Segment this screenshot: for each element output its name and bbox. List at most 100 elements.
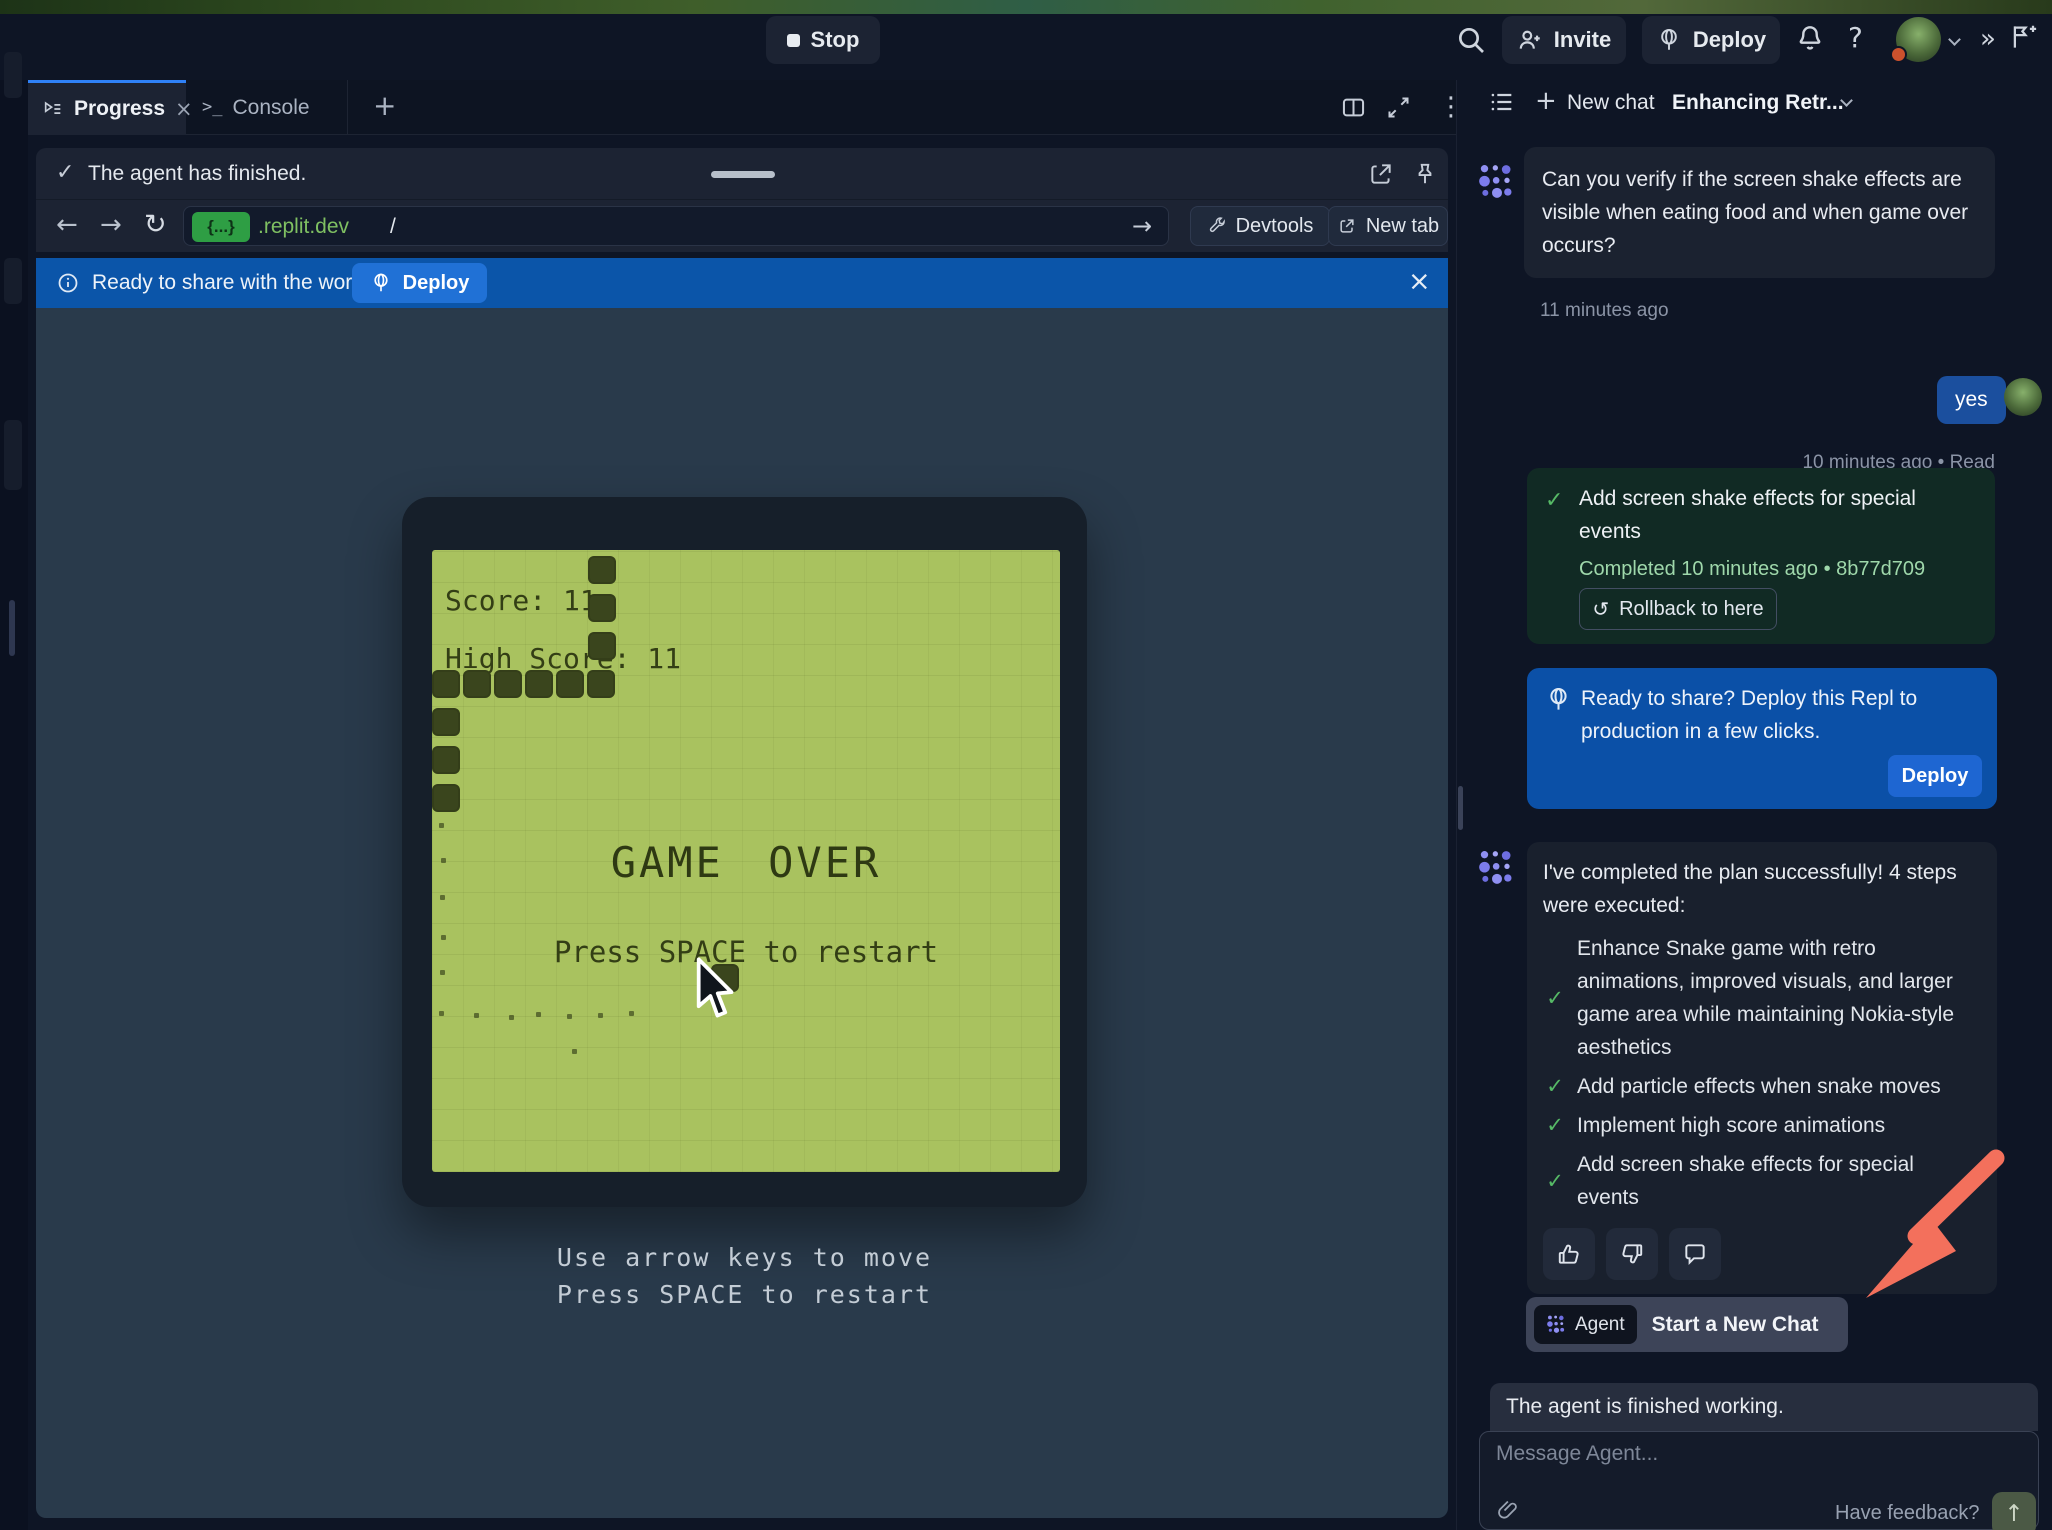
phone-frame: Score: 11 High Score: 11 GAME OVER Press…	[402, 497, 1087, 1207]
banner-deploy-button[interactable]: Deploy	[352, 263, 487, 303]
snake-segment	[463, 670, 491, 698]
tab-console[interactable]: >_ Console	[186, 80, 348, 135]
replit-workspace: Stop Invite Deploy ? »	[0, 0, 2052, 1530]
snake-segment	[525, 670, 553, 698]
tab-progress-label: Progress	[74, 97, 165, 121]
pin-icon[interactable]	[1412, 161, 1438, 187]
snake-segment	[588, 556, 616, 584]
person-plus-icon	[1517, 27, 1543, 53]
new-tab-button[interactable]: New tab	[1328, 206, 1448, 246]
particle	[509, 1015, 514, 1020]
browser-toolbar: ← → ↻ {...} .replit.dev / → Devtools New…	[36, 200, 1448, 252]
rollback-icon: ↺	[1592, 599, 1609, 619]
new-chat-plus-icon[interactable]: +	[1535, 88, 1557, 114]
new-tab-label: New tab	[1366, 215, 1439, 238]
agent-avatar	[1477, 848, 1517, 888]
particle	[441, 858, 446, 863]
progress-icon	[42, 98, 64, 120]
user-message-bubble: yes	[1937, 376, 2006, 424]
external-link-icon	[1337, 216, 1357, 236]
notifications-bell-icon[interactable]	[1794, 22, 1826, 54]
plan-step-check-icon: ✓	[1543, 1074, 1567, 1099]
split-pane-icon[interactable]	[1340, 94, 1367, 121]
deploy-globe-icon	[1656, 27, 1682, 53]
new-chat-label[interactable]: New chat	[1567, 91, 1655, 115]
agent-question-card: Can you verify if the screen shake effec…	[1524, 147, 1995, 278]
agent-status-bar: The agent is finished working.	[1490, 1383, 2038, 1431]
collapse-panel-icon[interactable]: »	[1980, 26, 1996, 52]
url-host: .replit.dev	[258, 215, 349, 239]
search-icon[interactable]	[1455, 24, 1487, 56]
have-feedback-link[interactable]: Have feedback?	[1835, 1502, 1980, 1525]
comment-button[interactable]	[1669, 1228, 1721, 1280]
particle	[572, 1049, 577, 1054]
stop-button[interactable]: Stop	[766, 16, 880, 64]
snake-segment	[588, 594, 616, 622]
chat-title[interactable]: Enhancing Retr...	[1672, 91, 1844, 115]
refresh-icon[interactable]: ↻	[144, 211, 167, 238]
terminal-icon: >_	[202, 99, 222, 116]
plan-step-label: Enhance Snake game with retro animations…	[1577, 932, 1981, 1064]
help-icon[interactable]: ?	[1848, 24, 1863, 52]
snake-segment	[432, 746, 460, 774]
deploy-globe-icon	[370, 272, 392, 294]
invite-button[interactable]: Invite	[1502, 16, 1626, 64]
start-new-chat-button[interactable]: Agent Start a New Chat	[1526, 1297, 1848, 1352]
checkpoint-check-icon: ✓	[1545, 490, 1563, 512]
attach-paperclip-icon[interactable]	[1496, 1498, 1520, 1522]
dock-item[interactable]	[4, 258, 22, 304]
send-button[interactable]: ↑	[1992, 1492, 2036, 1530]
message-input[interactable]	[1496, 1442, 2016, 1486]
banner-close-icon[interactable]: ×	[1408, 268, 1431, 295]
go-arrow-icon[interactable]: →	[1132, 214, 1152, 238]
snake-segment	[432, 670, 460, 698]
flag-plus-icon[interactable]	[2008, 22, 2038, 52]
plan-step: ✓Add particle effects when snake moves	[1543, 1070, 1981, 1103]
banner-text: Ready to share with the world?	[92, 271, 380, 295]
snake-segment	[432, 708, 460, 736]
add-tab-icon[interactable]: +	[373, 92, 396, 120]
account-chevron-down-icon[interactable]	[1948, 33, 1961, 46]
open-external-icon[interactable]	[1368, 161, 1394, 187]
devtools-button[interactable]: Devtools	[1190, 206, 1330, 246]
particle	[440, 970, 445, 975]
url-bar[interactable]: {...} .replit.dev / →	[183, 206, 1169, 246]
message-composer: Have feedback? ↑	[1479, 1431, 2039, 1530]
snake-segment	[588, 632, 616, 660]
thumbs-down-button[interactable]	[1606, 1228, 1658, 1280]
hint-line-1: Use arrow keys to move	[402, 1243, 1087, 1272]
chat-history-icon[interactable]	[1488, 88, 1516, 116]
thumbs-down-icon	[1619, 1241, 1645, 1267]
back-icon[interactable]: ←	[56, 212, 78, 238]
plan-step-label: Implement high score animations	[1577, 1109, 1885, 1142]
tab-progress[interactable]: Progress ×	[28, 80, 186, 135]
panel-resize-handle[interactable]	[1458, 786, 1463, 830]
game-screen[interactable]: Score: 11 High Score: 11 GAME OVER Press…	[432, 550, 1060, 1172]
check-icon: ✓	[56, 162, 74, 184]
rail-scrollbar[interactable]	[9, 600, 15, 656]
drag-handle[interactable]	[711, 171, 775, 178]
comment-bubble-icon	[1682, 1241, 1708, 1267]
thumbs-up-button[interactable]	[1543, 1228, 1595, 1280]
particle	[440, 895, 445, 900]
deploy-button[interactable]: Deploy	[1642, 16, 1780, 64]
dock-item[interactable]	[4, 52, 22, 98]
info-icon	[56, 271, 80, 295]
url-path: /	[390, 215, 396, 239]
agent-avatar	[1477, 162, 1517, 202]
browser-viewport: Score: 11 High Score: 11 GAME OVER Press…	[36, 308, 1448, 1518]
user-message-avatar	[2004, 378, 2042, 416]
deploy-promo-button[interactable]: Deploy	[1888, 755, 1982, 797]
expand-pane-icon[interactable]	[1385, 94, 1412, 121]
stop-icon	[787, 34, 800, 47]
deploy-banner: Ready to share with the world? Deploy ×	[36, 258, 1448, 308]
agent-question-time: 11 minutes ago	[1540, 300, 1669, 322]
plan-step-check-icon: ✓	[1543, 1169, 1567, 1194]
plan-step: ✓Enhance Snake game with retro animation…	[1543, 932, 1981, 1064]
deploy-globe-icon	[1545, 686, 1572, 713]
plan-step-check-icon: ✓	[1543, 1113, 1567, 1138]
rollback-button[interactable]: ↺ Rollback to here	[1579, 588, 1777, 630]
forward-icon[interactable]: →	[100, 212, 122, 238]
particle	[567, 1014, 572, 1019]
dock-item[interactable]	[4, 420, 22, 490]
